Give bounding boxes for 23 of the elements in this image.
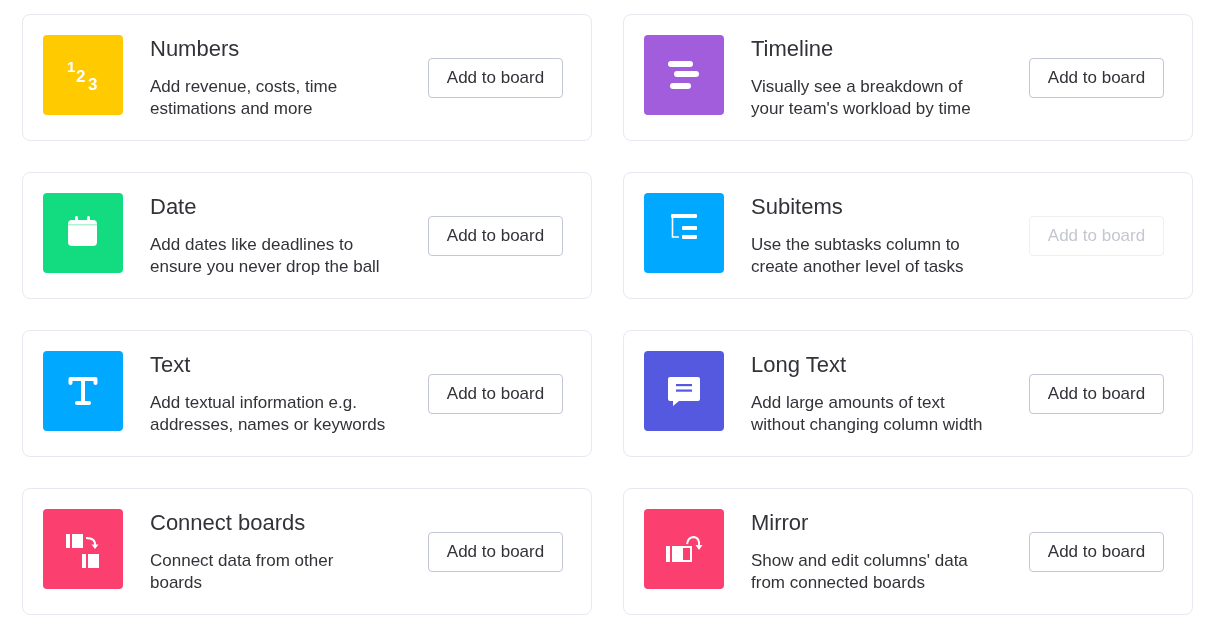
- add-to-board-button[interactable]: Add to board: [428, 531, 563, 572]
- column-title: Mirror: [751, 510, 810, 536]
- add-to-board-button[interactable]: Add to board: [1029, 57, 1164, 98]
- column-description: Add revenue, costs, time estimations and more: [150, 76, 339, 120]
- column-title: Date: [150, 194, 198, 220]
- column-title: Connect boards: [150, 510, 307, 536]
- add-to-board-button[interactable]: Add to board: [428, 57, 563, 98]
- column-title: Long Text: [751, 352, 847, 378]
- column-description: Add dates like deadlines to ensure you never drop the ball: [150, 234, 381, 278]
- add-to-board-button[interactable]: Add to board: [1029, 373, 1164, 414]
- column-description: Show and edit columns' data from connected boards: [751, 550, 969, 594]
- column-description: Add textual information e.g. addresses, names or keywords: [150, 392, 386, 436]
- column-title: Numbers: [150, 36, 241, 62]
- add-to-board-button[interactable]: Add to board: [428, 215, 563, 256]
- add-to-board-button[interactable]: Add to board: [1029, 531, 1164, 572]
- column-description: Connect data from other boards: [150, 550, 335, 594]
- column-title: Text: [150, 352, 192, 378]
- column-description: Use the subtasks column to create another level of tasks: [751, 234, 965, 278]
- column-description: Add large amounts of text without changing column width: [751, 392, 984, 436]
- add-to-board-button[interactable]: Add to board: [428, 373, 563, 414]
- column-title: Subitems: [751, 194, 844, 220]
- column-description: Visually see a breakdown of your team's workload by time: [751, 76, 972, 120]
- column-title: Timeline: [751, 36, 835, 62]
